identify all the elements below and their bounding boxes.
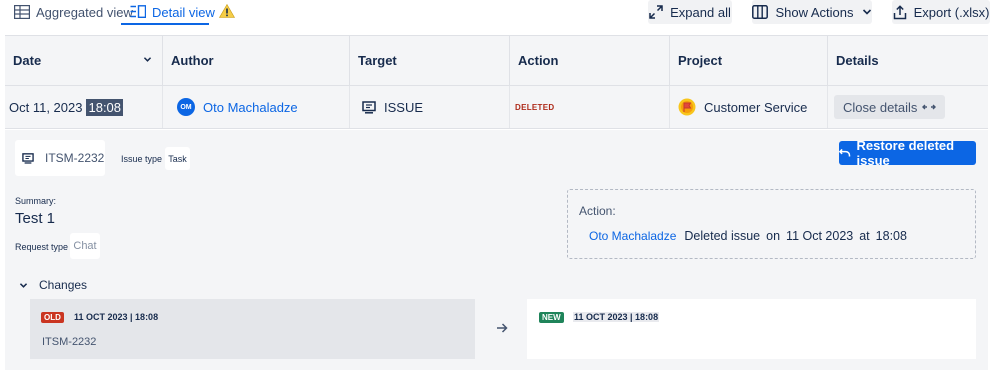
issue-key: ITSM-2232 <box>45 151 105 165</box>
row-target: ISSUE <box>384 99 424 115</box>
restore-deleted-issue-button[interactable]: Restore deleted issue <box>839 138 976 168</box>
column-header-date-label: Date <box>13 53 42 68</box>
cell-details: Close details <box>828 86 988 128</box>
cell-author: OM Oto Machaladze <box>163 86 350 128</box>
action-date: 11 Oct 2023 <box>786 229 854 243</box>
row-time: 18:08 <box>86 98 124 116</box>
issue-key-card: ITSM-2232 <box>15 140 105 176</box>
export-label: Export (.xlsx) <box>913 4 990 20</box>
column-header-details[interactable]: Details <box>828 36 988 85</box>
column-header-details-label: Details <box>836 53 879 68</box>
column-header-project[interactable]: Project <box>670 36 828 85</box>
old-value-panel: OLD 11 OCT 2023 | 18:08 ITSM-2232 <box>30 299 475 359</box>
row-project[interactable]: Customer Service <box>704 100 807 115</box>
new-badge: NEW <box>539 312 564 323</box>
cell-project: Customer Service <box>670 86 828 128</box>
old-value: ITSM-2232 <box>42 336 97 348</box>
status-badge: DELETED <box>515 102 555 112</box>
issue-type-label: Issue type <box>121 154 163 164</box>
action-on-word: on <box>766 229 781 243</box>
show-actions-label: Show Actions <box>775 4 854 20</box>
tab-aggregated-view[interactable]: Aggregated view <box>14 0 133 24</box>
column-header-action-label: Action <box>518 53 559 68</box>
changes-heading: Changes <box>39 278 88 292</box>
tab-aggregated-view-label: Aggregated view <box>36 4 133 20</box>
column-header-target[interactable]: Target <box>350 36 510 85</box>
table-grid-icon <box>14 5 30 19</box>
column-header-author[interactable]: Author <box>163 36 350 85</box>
expand-all-label: Expand all <box>670 4 731 20</box>
tab-detail-view[interactable]: Detail view <box>130 0 215 24</box>
old-badge: OLD <box>41 312 64 323</box>
undo-icon <box>839 148 851 157</box>
action-sentence: Oto Machaladze Deleted issue on 11 Oct 2… <box>589 229 907 243</box>
new-value-panel: NEW 11 OCT 2023 | 18:08 <box>527 299 976 359</box>
chevron-down-icon <box>862 9 871 15</box>
cell-target: ISSUE <box>350 86 510 128</box>
export-icon <box>893 4 906 19</box>
old-timestamp: 11 OCT 2023 | 18:08 <box>74 312 159 322</box>
column-header-action[interactable]: Action <box>510 36 670 85</box>
arrow-right-icon <box>497 323 508 333</box>
warning-icon[interactable] <box>219 4 235 18</box>
cell-action: DELETED <box>510 86 670 128</box>
export-button[interactable]: Export (.xlsx) <box>892 0 990 24</box>
tab-detail-view-label: Detail view <box>152 4 215 20</box>
request-type-label: Request type <box>15 242 69 252</box>
issue-monitor-icon <box>362 100 376 114</box>
sort-chevron-icon[interactable] <box>143 56 152 63</box>
list-detail-icon <box>130 5 146 19</box>
expand-arrows-icon <box>649 5 663 19</box>
issue-monitor-icon <box>22 152 34 164</box>
chevron-down-icon <box>19 282 28 288</box>
summary-label: Summary: <box>15 196 57 206</box>
column-header-target-label: Target <box>358 53 397 68</box>
columns-icon <box>752 5 769 19</box>
issue-type-value: Task <box>165 147 190 170</box>
action-summary-box: Action: Oto Machaladze Deleted issue on … <box>567 189 976 259</box>
new-timestamp: 11 OCT 2023 | 18:08 <box>573 312 660 322</box>
author-link[interactable]: Oto Machaladze <box>203 100 298 115</box>
action-text: Deleted issue <box>684 229 761 243</box>
row-date: Oct 11, 2023 <box>9 99 83 115</box>
project-flag-icon <box>678 98 696 116</box>
active-tab-indicator <box>121 23 209 25</box>
toolbar: Aggregated view Detail view Expand all S… <box>0 0 999 26</box>
column-header-author-label: Author <box>171 53 214 68</box>
column-header-project-label: Project <box>678 53 723 68</box>
changes-toggle[interactable]: Changes <box>19 278 87 292</box>
audit-log-table: Date Author Target Action Project Detail… <box>5 35 988 129</box>
table-row[interactable]: Oct 11, 2023 18:08 OM Oto Machaladze ISS… <box>5 86 988 129</box>
close-details-button[interactable]: Close details <box>834 95 946 119</box>
action-label: Action: <box>579 204 616 218</box>
avatar: OM <box>177 98 195 116</box>
cell-date: Oct 11, 2023 18:08 <box>5 86 163 128</box>
action-time: 18:08 <box>875 229 907 243</box>
details-panel: ITSM-2232 Issue type Task Restore delete… <box>5 130 988 370</box>
expand-all-button[interactable]: Expand all <box>648 0 732 24</box>
show-actions-button[interactable]: Show Actions <box>752 0 872 24</box>
request-type-value: Chat <box>70 233 100 259</box>
action-author-link[interactable]: Oto Machaladze <box>589 229 676 243</box>
column-header-date[interactable]: Date <box>5 36 163 85</box>
table-header: Date Author Target Action Project Detail… <box>5 35 988 86</box>
collapse-arrows-icon <box>922 104 937 110</box>
summary-value: Test 1 <box>15 210 56 227</box>
restore-label: Restore deleted issue <box>856 138 955 168</box>
close-details-label: Close details <box>843 99 918 115</box>
action-at-word: at <box>859 229 870 243</box>
